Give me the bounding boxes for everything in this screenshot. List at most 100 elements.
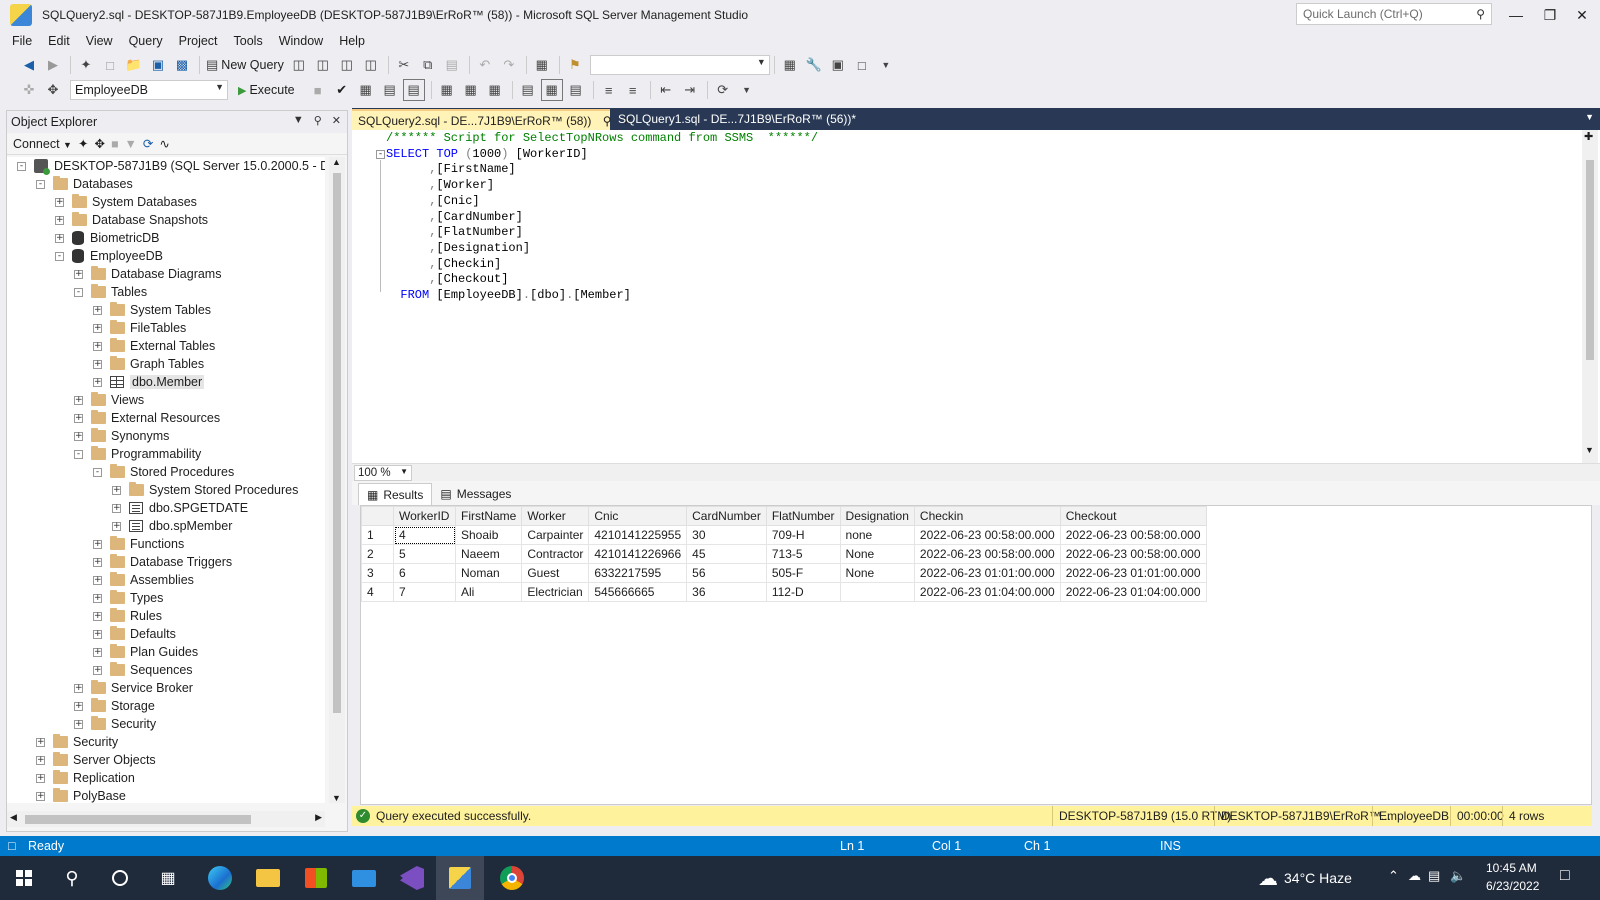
- menu-view[interactable]: View: [78, 34, 121, 48]
- activity-monitor-icon[interactable]: ∿: [159, 136, 169, 151]
- new-project-icon[interactable]: ✦: [75, 54, 97, 76]
- code-line[interactable]: ,[Cnic]: [386, 193, 479, 209]
- paste-icon[interactable]: ▤: [441, 54, 463, 76]
- expand-icon[interactable]: +: [93, 377, 102, 387]
- tree-node[interactable]: + Functions: [93, 535, 184, 553]
- live-stats-icon[interactable]: ▦: [460, 79, 482, 101]
- expand-icon[interactable]: +: [74, 269, 83, 279]
- change-connection-icon[interactable]: ✥: [42, 79, 64, 101]
- expand-icon[interactable]: +: [93, 359, 102, 369]
- tree-node[interactable]: + Synonyms: [74, 427, 169, 445]
- expand-icon[interactable]: +: [93, 557, 102, 567]
- column-header[interactable]: Worker: [521, 506, 590, 526]
- tree-horizontal-scrollbar[interactable]: ◀ ▶: [7, 811, 325, 827]
- expand-icon[interactable]: +: [55, 197, 64, 207]
- expand-icon[interactable]: +: [93, 593, 102, 603]
- stop-icon[interactable]: ■: [307, 79, 329, 101]
- network-icon[interactable]: ▤: [1428, 868, 1440, 884]
- grid-cell[interactable]: Guest: [521, 563, 590, 583]
- weather-haze-icon[interactable]: ☁: [1258, 866, 1278, 891]
- grid-cell[interactable]: 4210141226966: [588, 544, 688, 564]
- properties-wrench-icon[interactable]: 🔧: [803, 54, 825, 76]
- grid-cell[interactable]: 2022-06-23 00:58:00.000: [913, 525, 1061, 545]
- tab-messages[interactable]: ▤ Messages: [432, 483, 519, 505]
- results-to-text-icon[interactable]: ▤: [517, 79, 539, 101]
- menu-edit[interactable]: Edit: [40, 34, 78, 48]
- row-number-cell[interactable]: 3: [361, 563, 394, 583]
- tab-list-dropdown-icon[interactable]: ▼: [1585, 112, 1594, 122]
- grid-cell[interactable]: 45: [686, 544, 767, 564]
- menu-tools[interactable]: Tools: [226, 34, 271, 48]
- notifications-icon[interactable]: □: [1560, 867, 1570, 885]
- grid-cell[interactable]: none: [839, 525, 915, 545]
- tab-sqlquery1[interactable]: SQLQuery1.sql - DE...7J1B9\ErRoR™ (56))*: [612, 109, 870, 130]
- redo-icon[interactable]: ↷: [498, 54, 520, 76]
- code-line[interactable]: FROM [EmployeeDB].[dbo].[Member]: [386, 287, 630, 303]
- tree-node[interactable]: + Views: [74, 391, 144, 409]
- ssms-app[interactable]: [436, 856, 484, 900]
- dmx-query-icon[interactable]: ◫: [312, 54, 334, 76]
- code-line[interactable]: ,[Checkin]: [386, 256, 501, 272]
- grid-cell[interactable]: 713-5: [765, 544, 841, 564]
- intellisense-icon[interactable]: ▤: [402, 79, 425, 101]
- expand-icon[interactable]: +: [36, 737, 45, 747]
- grid-cell[interactable]: Carpainter: [521, 525, 590, 545]
- tree-node[interactable]: + External Resources: [74, 409, 220, 427]
- collapse-icon[interactable]: -: [376, 150, 385, 159]
- debug-target-icon[interactable]: ▦: [531, 54, 553, 76]
- expand-icon[interactable]: +: [93, 539, 102, 549]
- grid-cell[interactable]: 5: [393, 544, 456, 564]
- tree-node[interactable]: + System Databases: [55, 193, 197, 211]
- column-header[interactable]: FlatNumber: [765, 506, 841, 526]
- tab-results[interactable]: ▦ Results: [358, 483, 433, 505]
- weather-text[interactable]: 34°C Haze: [1284, 870, 1352, 886]
- find-icon[interactable]: ⚑: [564, 54, 586, 76]
- grid-cell[interactable]: 6332217595: [588, 563, 688, 583]
- grid-cell[interactable]: Contractor: [521, 544, 590, 564]
- expand-icon[interactable]: +: [93, 665, 102, 675]
- grid-cell[interactable]: None: [839, 544, 915, 564]
- code-line[interactable]: /****** Script for SelectTopNRows comman…: [386, 130, 818, 146]
- database-select[interactable]: EmployeeDB ▼: [70, 80, 228, 100]
- collapse-icon[interactable]: -: [36, 179, 45, 189]
- code-line[interactable]: SELECT TOP (1000) [WorkerID]: [386, 146, 588, 162]
- comment-icon[interactable]: ≡: [598, 79, 620, 101]
- pin-icon[interactable]: ⚲: [314, 114, 322, 127]
- tree-node[interactable]: + Plan Guides: [93, 643, 198, 661]
- table-row[interactable]: 1 4 Shoaib Carpainter 4210141225955 30 709-H no…: [361, 525, 1207, 545]
- expand-icon[interactable]: +: [74, 701, 83, 711]
- tree-node[interactable]: + BiometricDB: [55, 229, 159, 247]
- scroll-down-icon[interactable]: ▼: [332, 793, 341, 803]
- forward-icon[interactable]: ▶: [42, 54, 64, 76]
- scrollbar-thumb[interactable]: [1586, 160, 1594, 360]
- dax-query-icon[interactable]: ◫: [360, 54, 382, 76]
- grid-cell[interactable]: 112-D: [765, 582, 841, 602]
- onedrive-icon[interactable]: ☁: [1408, 868, 1421, 884]
- tree-node[interactable]: + Security: [74, 715, 156, 733]
- volume-icon[interactable]: 🔈: [1450, 868, 1466, 884]
- start-button[interactable]: [0, 856, 48, 900]
- tree-node[interactable]: + dbo.Member: [93, 373, 205, 391]
- refresh-icon[interactable]: ⟳: [143, 136, 153, 151]
- tree-node[interactable]: + Graph Tables: [93, 355, 204, 373]
- query-options-icon[interactable]: ▤: [379, 79, 401, 101]
- store-app[interactable]: [292, 856, 340, 900]
- find-combo[interactable]: ▼: [589, 55, 770, 75]
- expand-icon[interactable]: +: [74, 683, 83, 693]
- column-header[interactable]: Checkout: [1059, 506, 1207, 526]
- expand-icon[interactable]: +: [93, 575, 102, 585]
- search-button[interactable]: ⚲: [48, 856, 96, 900]
- scroll-right-icon[interactable]: ▶: [315, 812, 322, 823]
- grid-cell[interactable]: 2022-06-23 00:58:00.000: [913, 544, 1061, 564]
- menu-query[interactable]: Query: [121, 34, 171, 48]
- disconnect-icon[interactable]: ✥: [94, 136, 104, 151]
- table-row[interactable]: 3 6 Noman Guest 6332217595 56 505-F None 2022-06…: [361, 563, 1207, 583]
- grid-cell[interactable]: 2022-06-23 01:04:00.000: [913, 582, 1061, 602]
- toolbox-icon[interactable]: ▣: [827, 54, 849, 76]
- tree-node[interactable]: - EmployeeDB: [55, 247, 163, 265]
- restore-button[interactable]: ❐: [1534, 0, 1566, 30]
- results-to-grid-icon[interactable]: ▦: [540, 79, 563, 101]
- expand-icon[interactable]: +: [93, 611, 102, 621]
- tree-node[interactable]: + Service Broker: [74, 679, 193, 697]
- open-file-icon[interactable]: 📁: [123, 54, 145, 76]
